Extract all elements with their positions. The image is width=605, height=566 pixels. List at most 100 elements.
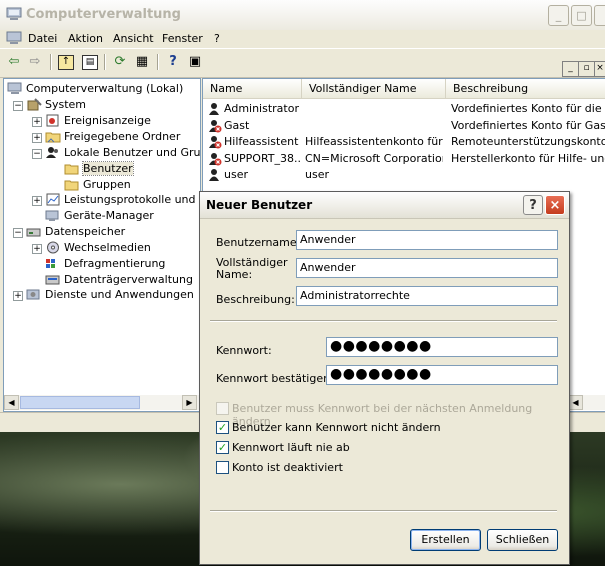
tree-label-datentraegerverwaltung: Datenträgerverwaltung [64,273,193,286]
close-button[interactable]: Schließen [487,529,558,551]
tree-item-geraete-manager[interactable]: Geräte-Manager [45,208,154,224]
export-list-icon[interactable]: ▦ [133,53,151,71]
maximize-button[interactable]: □ [571,5,592,26]
menu-ansicht[interactable]: Ansicht [113,32,154,45]
menu-datei[interactable]: Datei [28,32,57,45]
tree-label-freigegebene-ordner: Freigegebene Ordner [64,130,181,143]
menu-bar: Datei Aktion Ansicht Fenster ? _ ▫ × [0,30,605,77]
expand-freigegebene-icon[interactable]: + [32,133,42,143]
performance-logs-icon [46,193,60,205]
tree-label-root: Computerverwaltung (Lokal) [26,82,184,95]
tree-item-root[interactable]: Computerverwaltung (Lokal) [7,81,183,97]
collapse-datenspeicher-icon[interactable]: − [13,228,23,238]
computer-icon [7,82,22,94]
list-horizontal-scrollbar[interactable]: ◀ [568,395,605,410]
column-header-fullname[interactable]: Vollständiger Name [302,79,446,99]
checkbox-label-account-disabled: Konto ist deaktiviert [232,461,343,474]
window-title: Computerverwaltung [26,7,181,22]
fullname-field[interactable]: Anwender [296,258,558,278]
tree-label-defragmentierung: Defragmentierung [64,257,166,270]
tree-item-lokale-benutzer[interactable]: Lokale Benutzer und Gruppe [45,145,200,161]
tree-item-system[interactable]: System [26,97,86,113]
expand-leistung-icon[interactable]: + [32,196,42,206]
tree-item-ereignisanzeige[interactable]: Ereignisanzeige [45,113,151,129]
expand-wechselmedien-icon[interactable]: + [32,244,42,254]
cell-fullname: Hilfeassistentenkonto für ... [305,135,443,148]
checkbox-account-disabled[interactable] [216,461,229,474]
table-row[interactable]: user user [203,167,605,183]
checkbox-must-change-password[interactable] [216,402,229,415]
description-field[interactable]: Administratorrechte [296,286,558,306]
table-row[interactable]: Hilfeassistent Hilfeassistentenkonto für … [203,134,605,150]
show-tree-icon[interactable]: ▤ [82,55,98,70]
menu-aktion[interactable]: Aktion [68,32,103,45]
tree-label-geraete-manager: Geräte-Manager [64,209,154,222]
column-header-name[interactable]: Name [203,79,302,99]
tree-item-benutzer[interactable]: Benutzer [64,161,134,177]
users-groups-icon [46,146,58,158]
table-row[interactable]: Administrator Vordefiniertes Konto für di… [203,101,605,117]
checkbox-cannot-change-password[interactable]: ✓ [216,421,229,434]
help-topic-icon[interactable]: ? [164,53,182,71]
back-arrow-icon[interactable]: ⇦ [5,53,23,71]
separator-line [210,510,557,512]
properties-icon[interactable]: ▣ [186,53,204,71]
password-field[interactable]: ●●●●●●●● [326,337,558,357]
expand-ereignisanzeige-icon[interactable]: + [32,117,42,127]
expand-dienste-icon[interactable]: + [13,291,23,301]
tree-item-wechselmedien[interactable]: Wechselmedien [45,240,151,256]
collapse-lokale-benutzer-icon[interactable]: − [32,149,42,159]
tree-item-defragmentierung[interactable]: Defragmentierung [45,256,165,272]
scroll-left-icon[interactable]: ◀ [568,395,583,410]
up-folder-icon[interactable]: ↑ [58,55,74,70]
tree-item-datenspeicher[interactable]: Datenspeicher [26,224,125,240]
tree-label-ereignisanzeige: Ereignisanzeige [64,114,151,127]
menu-fenster[interactable]: Fenster [162,32,203,45]
menu-help[interactable]: ? [214,32,220,45]
cell-fullname: CN=Microsoft Corporation... [305,151,443,165]
confirm-password-field[interactable]: ●●●●●●●● [326,365,558,385]
scroll-thumb[interactable] [20,396,140,409]
scroll-left-icon[interactable]: ◀ [4,395,19,410]
tree-label-wechselmedien: Wechselmedien [64,241,151,254]
removable-media-icon [47,241,59,253]
tree-item-leistungsprotokolle[interactable]: Leistungsprotokolle und War [45,192,200,208]
new-user-dialog: Neuer Benutzer ? × Benutzername: Anwende… [199,191,570,565]
tree-item-freigegebene-ordner[interactable]: Freigegebene Ordner [45,129,180,145]
fullname-label-line2: Name: [216,268,253,281]
table-row[interactable]: Gast Vordefiniertes Konto für Gastzugr [203,118,605,134]
computer-management-icon [6,7,22,20]
toolbar-separator [157,54,159,70]
tree-item-dienste[interactable]: Dienste und Anwendungen [26,287,194,303]
shared-folder-icon [45,132,61,142]
refresh-icon[interactable]: ⟳ [111,53,129,71]
cell-name: Gast [224,118,250,132]
minimize-button[interactable]: _ [548,5,569,26]
folder-open-icon [64,164,79,174]
tree-item-gruppen[interactable]: Gruppen [64,177,131,193]
username-field[interactable]: Anwender [296,230,558,250]
tree-item-datentraegerverwaltung[interactable]: Datenträgerverwaltung [45,272,193,288]
collapse-system-icon[interactable]: − [13,101,23,111]
checkbox-label-cannot-change: Benutzer kann Kennwort nicht ändern [232,421,441,434]
password-label: Kennwort: [216,344,272,357]
create-button[interactable]: Erstellen [410,529,481,551]
toolbar-separator [104,54,106,70]
mmc-icon[interactable] [6,31,22,45]
forward-arrow-icon[interactable]: ⇨ [26,53,44,71]
checkbox-password-never-expires[interactable]: ✓ [216,441,229,454]
user-icon [209,103,219,115]
storage-icon [26,228,41,236]
help-button[interactable]: ? [523,195,543,215]
tree-label-datenspeicher: Datenspeicher [45,225,126,238]
column-header-description[interactable]: Beschreibung [446,79,605,99]
cell-name: Administrator [224,102,299,115]
toolbar-separator [50,54,52,70]
cell-name: Hilfeassistent [224,135,299,148]
close-window-button[interactable] [594,5,605,26]
scroll-right-icon[interactable]: ▶ [182,395,197,410]
disabled-user-icon [209,119,222,132]
tree-horizontal-scrollbar[interactable]: ◀ ▶ [4,395,200,410]
dialog-close-button[interactable]: × [545,195,565,215]
table-row[interactable]: SUPPORT_38...CN=Microsoft Corporation...… [203,151,605,167]
